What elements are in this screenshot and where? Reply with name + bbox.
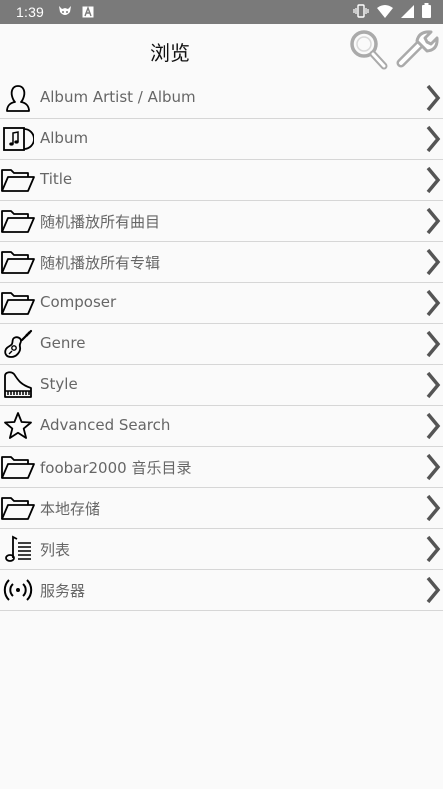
menu-item-title[interactable]: Title [0, 160, 443, 201]
piano-icon [0, 369, 36, 401]
status-bar: 1:39 [0, 0, 443, 24]
person-icon [0, 82, 36, 114]
menu-item-label: 服务器 [40, 582, 86, 600]
menu-item-label: Advanced Search [40, 416, 171, 434]
chevron-right-icon [425, 412, 441, 440]
chevron-right-icon [425, 371, 441, 399]
menu-item-label: 本地存储 [40, 500, 101, 518]
menu-item-shuffle-albums[interactable]: 随机播放所有专辑 [0, 242, 443, 283]
menu-item-label: foobar2000 音乐目录 [40, 459, 192, 477]
folder-icon [0, 287, 36, 319]
star-icon [0, 410, 36, 442]
guitar-icon [0, 328, 36, 360]
menu-item-shuffle-tracks[interactable]: 随机播放所有曲目 [0, 201, 443, 242]
vibrate-icon [353, 3, 369, 22]
album-icon [0, 123, 36, 155]
app-header: 浏览 [0, 24, 443, 78]
search-icon[interactable] [348, 28, 388, 70]
menu-item-playlists[interactable]: 列表 [0, 529, 443, 570]
page-title: 浏览 [150, 41, 190, 65]
menu-item-label: Title [40, 170, 73, 188]
chevron-right-icon [425, 535, 441, 563]
chevron-right-icon [425, 494, 441, 522]
menu-item-label: Album [40, 129, 89, 147]
menu-item-local-storage[interactable]: 本地存储 [0, 488, 443, 529]
menu-item-album[interactable]: Album [0, 119, 443, 160]
folder-icon [0, 451, 36, 483]
chevron-right-icon [425, 453, 441, 481]
chevron-right-icon [425, 330, 441, 358]
folder-icon [0, 164, 36, 196]
status-system-icons [353, 0, 431, 24]
playlist-icon [0, 533, 36, 565]
chevron-right-icon [425, 125, 441, 153]
wrench-icon[interactable] [395, 29, 439, 69]
firefox-fox-icon [58, 3, 72, 22]
menu-item-label: Composer [40, 293, 117, 311]
wifi-icon [377, 3, 393, 22]
menu-item-label: Style [40, 375, 78, 393]
menu-item-label: Album Artist / Album [40, 88, 196, 106]
chevron-right-icon [425, 576, 441, 604]
menu-item-composer[interactable]: Composer [0, 283, 443, 324]
menu-item-servers[interactable]: 服务器 [0, 570, 443, 611]
status-time: 1:39 [16, 4, 45, 20]
menu-item-foobar-music-folders[interactable]: foobar2000 音乐目录 [0, 447, 443, 488]
menu-item-genre[interactable]: Genre [0, 324, 443, 365]
menu-item-album-artist[interactable]: Album Artist / Album [0, 78, 443, 119]
menu-item-advanced-search[interactable]: Advanced Search [0, 406, 443, 447]
server-icon [0, 574, 36, 606]
menu-item-label: 随机播放所有曲目 [40, 213, 161, 231]
menu-item-label: Genre [40, 334, 86, 352]
battery-icon [422, 2, 431, 22]
chevron-right-icon [425, 84, 441, 112]
chevron-right-icon [425, 166, 441, 194]
menu-item-label: 随机播放所有专辑 [40, 254, 161, 272]
folder-icon [0, 492, 36, 524]
menu-item-style[interactable]: Style [0, 365, 443, 406]
folder-icon [0, 246, 36, 278]
browse-menu-list: Album Artist / Album Album Title 随机播放所有曲… [0, 78, 443, 611]
signal-icon [401, 3, 414, 22]
font-a-icon [82, 3, 94, 22]
chevron-right-icon [425, 248, 441, 276]
menu-item-label: 列表 [40, 541, 71, 559]
chevron-right-icon [425, 207, 441, 235]
status-notification-icons [58, 3, 94, 22]
folder-icon [0, 205, 36, 237]
chevron-right-icon [425, 289, 441, 317]
